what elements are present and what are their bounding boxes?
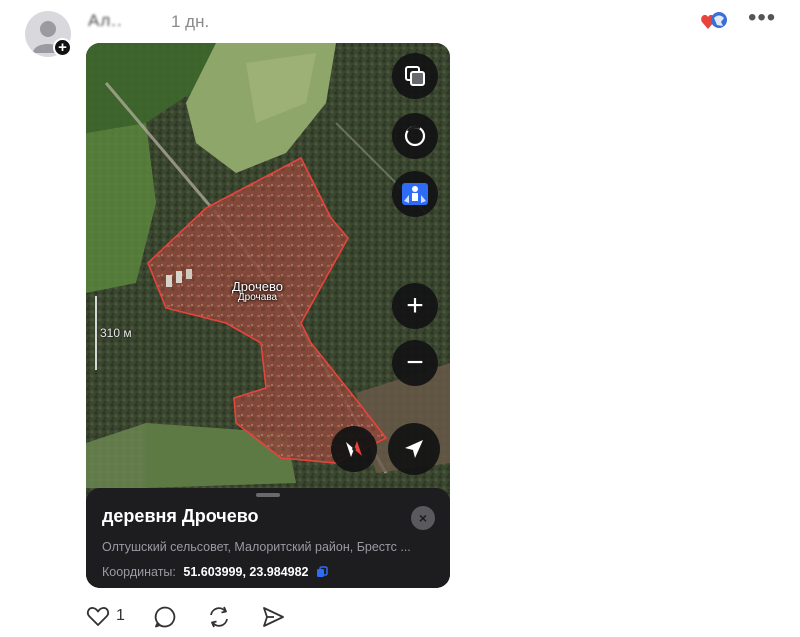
coordinates-row: Координаты: 51.603999, 23.984982 [102, 565, 328, 579]
panorama-button[interactable] [392, 113, 438, 159]
comment-button[interactable] [153, 605, 177, 629]
place-name-alt: Дрочава [237, 292, 278, 303]
minus-icon: − [406, 346, 424, 379]
sheet-grabber[interactable] [256, 493, 280, 497]
place-address: Олтушский сельсовет, Малоритский район, … [102, 540, 411, 554]
street-view-button[interactable] [392, 171, 438, 217]
map-card[interactable]: 310 м Дрочево Дрочава + − деревня Дрочев… [86, 43, 450, 588]
zoom-in-button[interactable]: + [392, 283, 438, 329]
repost-button[interactable] [207, 605, 231, 629]
scale-label: 310 м [100, 326, 132, 340]
place-info-sheet[interactable]: деревня Дрочево × Олтушский сельсовет, М… [86, 488, 450, 588]
compass-icon [346, 441, 362, 457]
comment-icon [154, 606, 176, 628]
more-options-button[interactable]: ••• [748, 6, 776, 30]
reaction-icon[interactable] [701, 10, 729, 32]
repost-icon [210, 606, 228, 628]
author-name[interactable]: Ал.. [88, 11, 123, 31]
coordinates-value[interactable]: 51.603999, 23.984982 [183, 565, 308, 579]
post-time: 1 дн. [171, 12, 210, 31]
compass-button[interactable] [331, 426, 377, 472]
close-button[interactable]: × [411, 506, 435, 530]
place-label[interactable]: Дрочево Дрочава [232, 279, 283, 303]
scale-bar [95, 296, 97, 370]
street-view-icon [402, 183, 428, 205]
add-friend-icon[interactable]: + [53, 38, 72, 57]
panorama-icon [404, 125, 426, 147]
locate-me-button[interactable] [388, 423, 440, 475]
place-title: деревня Дрочево [102, 506, 259, 526]
share-button[interactable] [261, 605, 285, 629]
navigation-arrow-icon [405, 440, 423, 458]
like-button[interactable]: 1 [86, 605, 125, 627]
layers-button[interactable] [392, 53, 438, 99]
zoom-out-button[interactable]: − [392, 340, 438, 386]
heart-icon [86, 607, 110, 626]
copy-icon[interactable] [316, 566, 328, 578]
plus-icon: + [406, 289, 424, 322]
layers-icon [405, 66, 425, 86]
coordinates-label: Координаты: [102, 565, 176, 579]
like-count: 1 [116, 607, 125, 624]
share-icon [263, 607, 284, 627]
